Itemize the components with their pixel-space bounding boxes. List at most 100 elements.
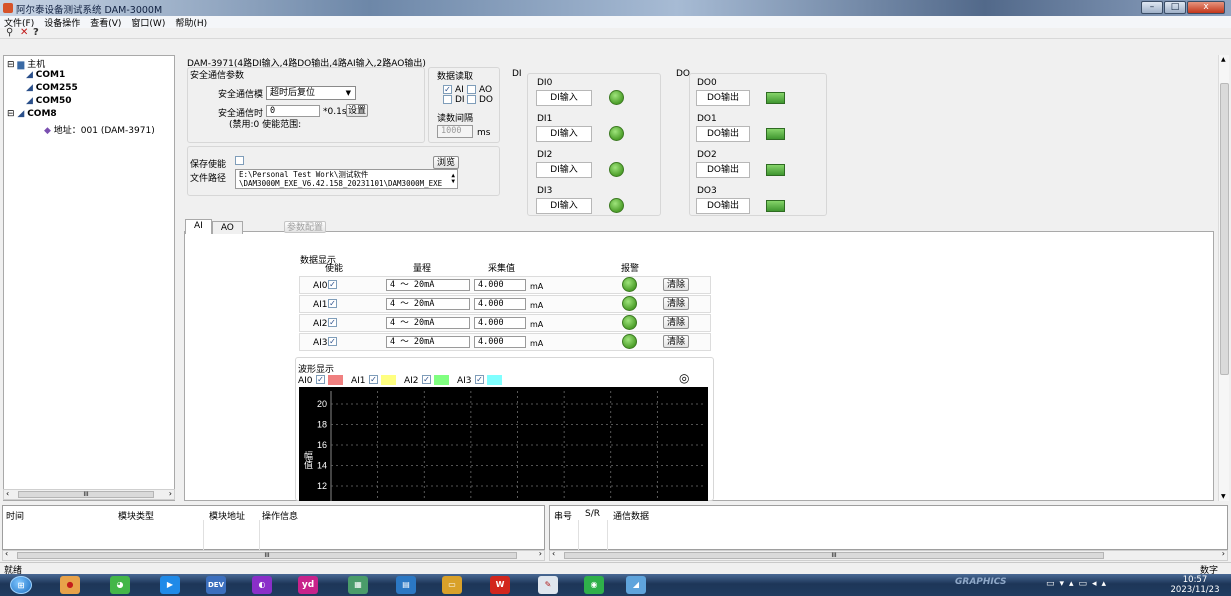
maximize-button[interactable]: □ [1164, 1, 1186, 14]
log-col-serial: 串号 [554, 512, 573, 522]
comm-log-scrollbar[interactable]: ‹ III › [549, 549, 1228, 561]
log-col-op: 操作信息 [262, 512, 299, 522]
menu-window[interactable]: 窗口(W) [131, 16, 165, 29]
paint-icon[interactable]: ✎ [538, 576, 558, 594]
do-header: DO [676, 69, 691, 79]
di0-value: DI输入 [536, 90, 592, 106]
interval-label: 读数间隔 [437, 114, 474, 124]
interval-input[interactable]: 1000 [437, 125, 473, 138]
save-enable-label: 保存使能 [190, 160, 227, 170]
search-icon[interactable]: ⚲ [6, 27, 13, 38]
legend-ai2-label: AI2 [404, 376, 419, 386]
legend-ai1-checkbox[interactable]: ✓ [369, 375, 378, 384]
save-enable-checkbox[interactable] [235, 156, 244, 165]
ai0-enable-checkbox[interactable]: ✓ [328, 280, 337, 289]
do1-switch[interactable] [766, 128, 785, 140]
safety-mode-select[interactable]: 超时后复位 ▼ [266, 86, 356, 100]
menu-device[interactable]: 设备操作 [44, 16, 80, 29]
log-col-module-addr: 模块地址 [209, 512, 246, 522]
main-scrollbar-thumb[interactable] [1220, 83, 1229, 375]
browse-button[interactable]: 浏览 [433, 156, 459, 169]
operation-log-scrollbar[interactable]: ‹ III › [2, 549, 545, 561]
y-tick-label: 20 [317, 399, 327, 409]
tab-ai[interactable]: AI [185, 219, 212, 234]
do0-switch[interactable] [766, 92, 785, 104]
tree-item-com255[interactable]: ◢ COM255 [26, 83, 78, 93]
ai0-alarm-led [622, 277, 637, 292]
wechat-icon[interactable]: ◕ [110, 576, 130, 594]
ai3-clear-button[interactable]: 清除 [663, 335, 689, 348]
do2-value: DO输出 [696, 162, 750, 178]
device-test-icon[interactable]: ◢ [626, 576, 646, 594]
ai2-alarm-led [622, 315, 637, 330]
ai0-clear-button[interactable]: 清除 [663, 278, 689, 291]
ai2-clear-button[interactable]: 清除 [663, 316, 689, 329]
main-scrollbar[interactable]: ▲ ▼ [1218, 55, 1229, 501]
ai1-range: 4 ～ 20mA [386, 298, 470, 310]
ai1-enable-checkbox[interactable]: ✓ [328, 299, 337, 308]
tab-ao[interactable]: AO [211, 221, 243, 234]
tree-item-device[interactable]: ◆ 地址：001 (DAM-3971) [44, 123, 155, 136]
help-icon[interactable]: ? [33, 27, 39, 38]
tree-item-com50[interactable]: ◢ COM50 [26, 96, 72, 106]
waveform-plot: 2018161412108 [317, 391, 704, 501]
do2-switch[interactable] [766, 164, 785, 176]
legend-ai2-checkbox[interactable]: ✓ [422, 375, 431, 384]
device-tree: ⊟ ▆ 主机 ◢ COM1 ◢ COM255 ◢ COM50 ⊟ ◢ COM8 … [3, 55, 175, 501]
path-scroll-icon[interactable]: ▲ ▼ [451, 173, 455, 185]
tree-scrollbar[interactable]: ‹ III › [3, 489, 175, 500]
delete-icon[interactable]: ✕ [20, 27, 28, 38]
waveform-chart: 2018161412108 幅值 [299, 387, 708, 501]
ai3-enable-checkbox[interactable]: ✓ [328, 337, 337, 346]
col-value: 采集值 [488, 264, 516, 274]
read-di-label: DI [455, 95, 465, 105]
wps-icon[interactable]: W [490, 576, 510, 594]
clock[interactable]: 10:57 2023/11/23 [1160, 575, 1230, 595]
calculator-icon[interactable]: ▤ [396, 576, 416, 594]
read-ao-checkbox[interactable] [467, 85, 476, 94]
do2-label: DO2 [697, 150, 717, 160]
read-di-checkbox[interactable] [443, 95, 452, 104]
folder-icon[interactable]: ▭ [442, 576, 462, 594]
editor-icon[interactable]: ◐ [252, 576, 272, 594]
do1-value: DO输出 [696, 126, 750, 142]
port-icon: ◢ [26, 96, 33, 106]
menu-view[interactable]: 查看(V) [90, 16, 121, 29]
start-button[interactable]: ⊞ [10, 576, 32, 594]
safety-set-button[interactable]: 设置 [346, 104, 368, 117]
config-button[interactable]: 参数配置 [284, 221, 326, 233]
legend-ai0-checkbox[interactable]: ✓ [316, 375, 325, 384]
browser-icon[interactable]: ◉ [584, 576, 604, 594]
di2-label: DI2 [537, 150, 553, 160]
safety-time-unit: *0.1s [323, 107, 347, 117]
read-do-checkbox[interactable] [467, 95, 476, 104]
taskbar-app-icon[interactable]: ● [60, 576, 80, 594]
path-input[interactable]: E:\Personal Test Work\测试软件 \DAM3000M_EXE_… [235, 169, 458, 189]
legend-ai0-label: AI0 [298, 376, 313, 386]
tray-icons[interactable]: ▭▾▴▭◂▴ [1046, 579, 1111, 589]
terminal-icon[interactable]: ▦ [348, 576, 368, 594]
legend-ai2-swatch [434, 375, 449, 385]
di-header: DI [512, 69, 522, 79]
read-ai-checkbox[interactable]: ✓ [443, 85, 452, 94]
tree-item-com1[interactable]: ◢ COM1 [26, 70, 65, 80]
minimize-button[interactable]: – [1141, 1, 1163, 14]
close-button[interactable]: x [1187, 1, 1225, 14]
menu-help[interactable]: 帮助(H) [175, 16, 207, 29]
tree-root[interactable]: ⊟ ▆ 主机 [7, 57, 45, 70]
media-icon[interactable]: ▶ [160, 576, 180, 594]
legend-ai3-checkbox[interactable]: ✓ [475, 375, 484, 384]
host-icon: ▆ [17, 60, 25, 70]
camera-icon[interactable]: ◎ [679, 371, 689, 385]
graphics-tray-text: GRAPHICS [955, 577, 1007, 587]
safety-time-input[interactable]: 0 [266, 105, 320, 117]
ai1-clear-button[interactable]: 清除 [663, 297, 689, 310]
legend-ai0-swatch [328, 375, 343, 385]
dev-cpp-icon[interactable]: DEV [206, 576, 226, 594]
legend-ai1-label: AI1 [351, 376, 366, 386]
ai0-value: 4.000 [474, 279, 526, 291]
tree-item-com8[interactable]: ⊟ ◢ COM8 [7, 109, 57, 119]
do3-switch[interactable] [766, 200, 785, 212]
ai2-enable-checkbox[interactable]: ✓ [328, 318, 337, 327]
youdao-icon[interactable]: yd [298, 576, 318, 594]
